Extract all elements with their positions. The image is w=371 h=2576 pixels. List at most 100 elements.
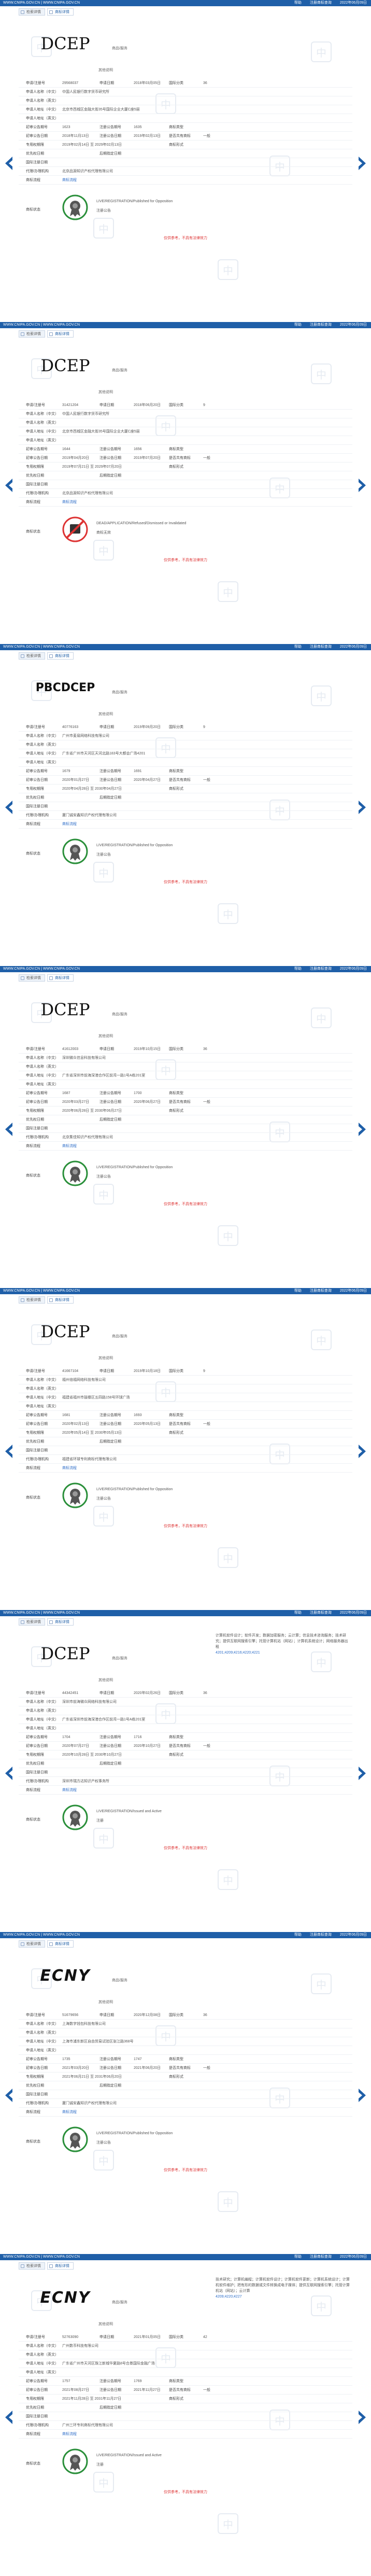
tab-item[interactable]: 商标详情 [47, 8, 74, 16]
status-subtext: 注册 [96, 1819, 104, 1823]
tab-item[interactable]: 商标详情 [47, 330, 74, 338]
table-row: 初审公告期号 1735 注册公告期号 1747 商标类型 [19, 2055, 352, 2064]
header-link[interactable]: 帮助 [294, 1, 302, 5]
header-link[interactable]: 帮助 [294, 323, 302, 327]
header-link[interactable]: 帮助 [294, 1933, 302, 1937]
header-link[interactable]: 2022年06月09日 [340, 323, 367, 327]
table-row: 国际注册日期 [19, 1446, 352, 1455]
tab-item[interactable]: 检索详情 [19, 652, 45, 660]
header-link[interactable]: 2022年06月09日 [340, 1611, 367, 1615]
table-row: 国际注册日期 [19, 480, 352, 489]
header-link[interactable]: 注册商标查询 [310, 1, 332, 5]
header-link[interactable]: 注册商标查询 [310, 645, 332, 649]
prelim-no-label: 初审公告期号 [26, 1091, 48, 1095]
applicant-label: 申请人名称（中文） [26, 2344, 59, 2348]
reg-no-label: 申请/注册号 [26, 1369, 45, 1373]
status-flow-link[interactable]: 商标流程 [62, 1786, 77, 1795]
header-link[interactable]: 2022年06月09日 [340, 645, 367, 649]
exclusive-label: 专用权期限 [26, 2397, 44, 2401]
header-link[interactable]: 注册商标查询 [310, 2255, 332, 2259]
status-flow-label: 商标流程 [26, 1466, 40, 1470]
next-arrow-icon[interactable] [358, 1444, 367, 1459]
tab-bar: 检索详情 商标详情 [19, 330, 76, 338]
table-row: 申请人名称（英文） [19, 1062, 352, 1071]
status-flow-link[interactable]: 商标流程 [62, 498, 77, 507]
header-link[interactable]: 2022年06月09日 [340, 967, 367, 971]
later-date-label: 后期指定日期 [99, 1118, 121, 1122]
header-link[interactable]: 注册商标查询 [310, 967, 332, 971]
status-flow-link[interactable]: 商标流程 [62, 2108, 77, 2117]
status-title: 商标状态 [26, 1818, 40, 1822]
status-flow-link[interactable]: 商标流程 [62, 1142, 77, 1151]
next-arrow-icon[interactable] [358, 1766, 367, 1781]
header-link[interactable]: 2022年06月09日 [340, 1, 367, 5]
prev-arrow-icon[interactable] [4, 800, 13, 815]
table-row: 商标流程 商标流程 [19, 1786, 352, 1795]
prev-arrow-icon[interactable] [4, 1122, 13, 1137]
agent-value: 深圳市瑞方达知识产权事务所 [62, 1780, 109, 1783]
table-row: 初审公告期号 1679 注册公告期号 1691 商标类型 [19, 767, 352, 776]
applicant-value: 中国人民银行数字货币研究所 [62, 412, 109, 416]
tab-item[interactable]: 检索详情 [19, 1618, 45, 1626]
status-flow-link[interactable]: 商标流程 [62, 176, 77, 185]
tab-item[interactable]: 检索详情 [19, 1296, 45, 1304]
tab-item[interactable]: 检索详情 [19, 1940, 45, 1948]
next-arrow-icon[interactable] [358, 2088, 367, 2103]
tab-item[interactable]: 商标详情 [47, 2262, 74, 2270]
next-arrow-icon[interactable] [358, 800, 367, 815]
tab-item[interactable]: 商标详情 [47, 974, 74, 982]
table-row: 优先权日期 后期指定日期 [19, 2081, 352, 2090]
header-link[interactable]: 注册商标查询 [310, 323, 332, 327]
header-link[interactable]: 注册商标查询 [310, 1289, 332, 1293]
tab-item[interactable]: 检索详情 [19, 330, 45, 338]
header-link[interactable]: 帮助 [294, 967, 302, 971]
header-link[interactable]: 2022年06月09日 [340, 1289, 367, 1293]
prelim-date-label: 初审公告日期 [26, 2066, 48, 2070]
tab-icon [49, 976, 53, 980]
tab-item[interactable]: 检索详情 [19, 2262, 45, 2270]
next-arrow-icon[interactable] [358, 156, 367, 171]
table-row: 代理/办理机构 厦门诚安鑫知识产权代理有限公司 [19, 811, 352, 820]
prev-arrow-icon[interactable] [4, 478, 13, 493]
tab-item[interactable]: 商标详情 [47, 1618, 74, 1626]
tab-item[interactable]: 商标详情 [47, 652, 74, 660]
header-link[interactable]: 2022年06月09日 [340, 2255, 367, 2259]
next-arrow-icon[interactable] [358, 478, 367, 493]
header-link[interactable]: 注册商标查询 [310, 1611, 332, 1615]
prelim-date-value: 2021年08月27日 [62, 2388, 90, 2392]
tab-item[interactable]: 商标详情 [47, 1940, 74, 1948]
status-flow-link[interactable]: 商标流程 [62, 820, 77, 829]
header-links: 帮助 注册商标查询 2022年06月09日 [286, 1932, 367, 1938]
header-link[interactable]: 帮助 [294, 1289, 302, 1293]
header-link[interactable]: 2022年06月09日 [340, 1933, 367, 1937]
intl-reg-label: 国际注册日期 [26, 2415, 48, 2418]
exclusive-label: 专用权期限 [26, 143, 44, 147]
table-row: 初审公告期号 1681 注册公告期号 1693 商标类型 [19, 1411, 352, 1420]
url-text: WWW.CNIPA.GOV.CN | WWW.CNIPA.GOV.CN [3, 323, 80, 327]
header-link[interactable]: 帮助 [294, 1611, 302, 1615]
tab-bar: 检索详情 商标详情 [19, 1940, 76, 1948]
prev-arrow-icon[interactable] [4, 1766, 13, 1781]
status-flow-link[interactable]: 商标流程 [62, 1464, 77, 1473]
exclusive-value: 2019年02月14日 至 2029年02月13日 [62, 143, 122, 147]
table-row: 申请/注册号 31421204 申请日期 2018年06月20日 国际分类 9 [19, 401, 352, 410]
status-flow-link[interactable]: 商标流程 [62, 2430, 77, 2439]
qualification-label: 其他说明 [98, 390, 113, 394]
tab-item[interactable]: 商标详情 [47, 1296, 74, 1304]
header-link[interactable]: 注册商标查询 [310, 1933, 332, 1937]
prelim-date-label: 初审公告日期 [26, 778, 48, 782]
status-section: 商标状态 LIVE/REGISTRATION/Issued and Active 注… [19, 1801, 352, 1838]
prev-arrow-icon[interactable] [4, 2088, 13, 2103]
next-arrow-icon[interactable] [358, 2410, 367, 2425]
next-arrow-icon[interactable] [358, 1122, 367, 1137]
tab-item[interactable]: 检索详情 [19, 8, 45, 16]
applicant-label: 申请人名称（中文） [26, 90, 59, 94]
reg-no-value: 44342451 [62, 1691, 79, 1695]
header-link[interactable]: 帮助 [294, 645, 302, 649]
disclaimer-note: 仅供参考，不具有法律效力 [164, 1202, 207, 1206]
tab-item[interactable]: 检索详情 [19, 974, 45, 982]
prev-arrow-icon[interactable] [4, 156, 13, 171]
header-link[interactable]: 帮助 [294, 2255, 302, 2259]
prev-arrow-icon[interactable] [4, 1444, 13, 1459]
prev-arrow-icon[interactable] [4, 2410, 13, 2425]
